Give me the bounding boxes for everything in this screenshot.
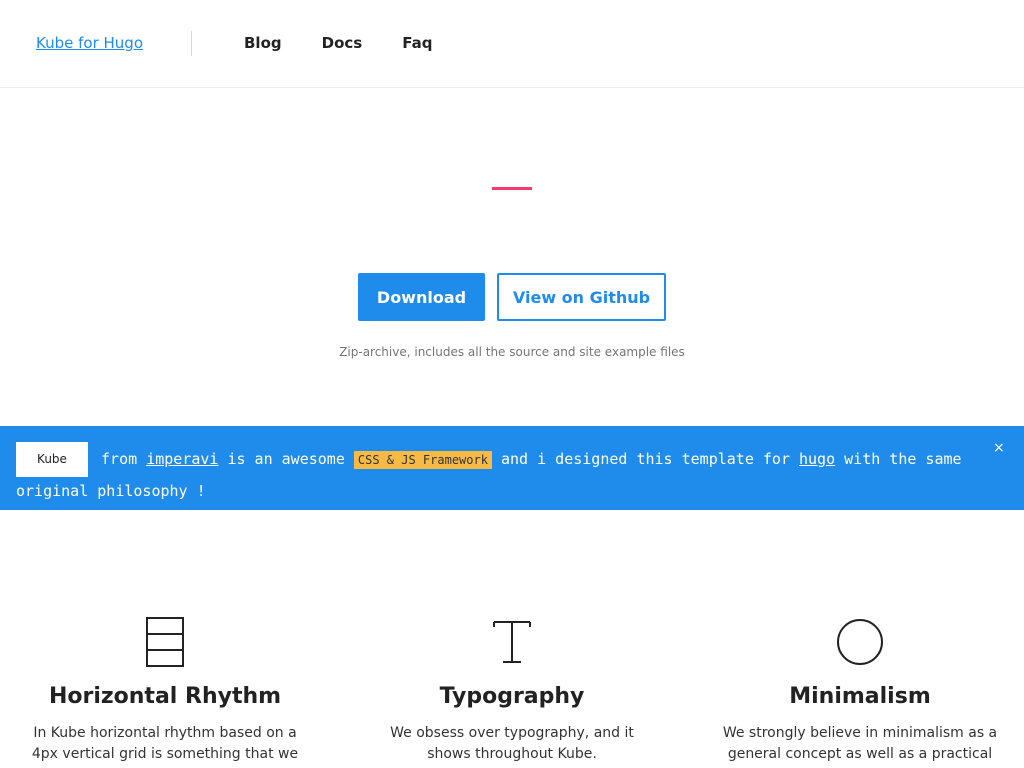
imperavi-link[interactable]: imperavi (146, 450, 218, 468)
banner-text: Kube from imperavi is an awesome CSS & J… (16, 442, 991, 506)
hugo-link[interactable]: hugo (799, 450, 835, 468)
type-t-icon (482, 612, 542, 672)
nav-docs[interactable]: Docs (322, 34, 363, 52)
brand-link[interactable]: Kube for Hugo (36, 34, 143, 52)
info-banner: Kube from imperavi is an awesome CSS & J… (0, 426, 1024, 510)
feature-text: We obsess over typography, and it shows … (390, 725, 634, 762)
download-button[interactable]: Download (358, 273, 485, 321)
nav-divider (191, 31, 192, 56)
top-navigation: Kube for Hugo Blog Docs Faq (0, 0, 1024, 88)
banner-text-1: from (92, 450, 147, 468)
features-section: Horizontal Rhythm In Kube horizontal rhy… (0, 600, 1024, 768)
download-note: Zip-archive, includes all the source and… (339, 345, 685, 359)
feature-title: Typography (439, 684, 585, 709)
banner-text-3: and i designed this template for (491, 450, 799, 468)
feature-horizontal-rhythm: Horizontal Rhythm In Kube horizontal rhy… (0, 600, 330, 768)
main-nav: Blog Docs Faq (244, 34, 472, 52)
kube-label: Kube (16, 442, 88, 477)
circle-icon (830, 612, 890, 672)
view-on-github-button[interactable]: View on Github (497, 273, 666, 321)
rows-grid-icon (135, 612, 195, 672)
feature-minimalism: Minimalism We strongly believe in minima… (695, 600, 1024, 765)
feature-title: Horizontal Rhythm (48, 684, 282, 709)
framework-tag: CSS & JS Framework (353, 451, 492, 469)
nav-blog[interactable]: Blog (244, 34, 282, 52)
banner-text-2: is an awesome (218, 450, 354, 468)
hero-accent-line (492, 187, 532, 190)
nav-faq[interactable]: Faq (402, 34, 432, 52)
feature-typography: Typography We obsess over typography, an… (347, 600, 677, 765)
feature-text: In Kube horizontal rhythm based on a 4px… (31, 725, 299, 768)
feature-title: Minimalism (789, 684, 931, 709)
close-icon[interactable]: × (993, 440, 1005, 456)
feature-text: We strongly believe in minimalism as a g… (722, 725, 998, 762)
